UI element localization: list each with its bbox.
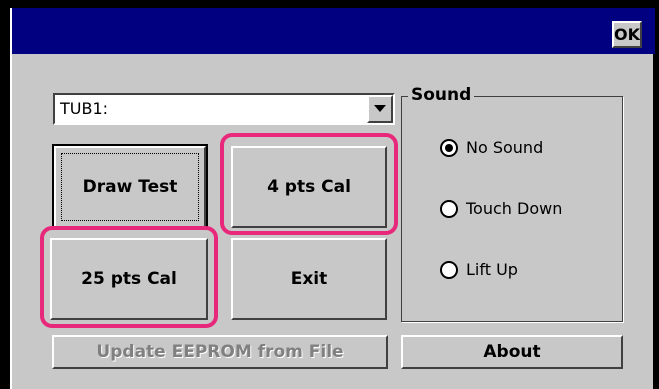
exit-label: Exit xyxy=(290,269,328,289)
radio-button-icon xyxy=(440,260,458,279)
chevron-down-icon xyxy=(374,105,386,112)
sound-group-title: Sound xyxy=(408,85,475,105)
radio-lift-up[interactable]: Lift Up xyxy=(440,260,518,279)
radio-no-sound-label: No Sound xyxy=(466,138,544,157)
4-pts-cal-label: 4 pts Cal xyxy=(267,177,351,197)
radio-button-icon xyxy=(440,138,458,157)
about-button[interactable]: About xyxy=(401,335,623,369)
radio-lift-up-label: Lift Up xyxy=(466,260,518,279)
draw-test-button[interactable]: Draw Test xyxy=(52,144,208,230)
port-select-value: TUB1: xyxy=(60,99,109,118)
4-pts-cal-button[interactable]: 4 pts Cal xyxy=(231,146,387,228)
25-pts-cal-label: 25 pts Cal xyxy=(81,269,177,289)
title-bar: OK xyxy=(12,8,655,54)
exit-button[interactable]: Exit xyxy=(231,238,387,320)
update-eeprom-label: Update EEPROM from File xyxy=(96,342,344,362)
port-select[interactable]: TUB1: xyxy=(53,93,395,125)
about-label: About xyxy=(483,342,541,362)
sound-groupbox: Sound No Sound Touch Down Lift Up xyxy=(401,85,623,322)
radio-dot-icon xyxy=(445,143,453,152)
dropdown-arrow-button[interactable] xyxy=(367,95,393,123)
update-eeprom-button[interactable]: Update EEPROM from File xyxy=(52,335,388,369)
focus-rect xyxy=(61,153,199,221)
calibration-dialog: OK TUB1: Draw Test 4 pts Cal 25 pts Cal … xyxy=(10,8,655,389)
radio-no-sound[interactable]: No Sound xyxy=(440,138,543,157)
radio-touch-down[interactable]: Touch Down xyxy=(440,199,562,218)
radio-button-icon xyxy=(440,199,458,218)
radio-touch-down-label: Touch Down xyxy=(466,199,563,218)
ok-button[interactable]: OK xyxy=(612,21,642,48)
25-pts-cal-button[interactable]: 25 pts Cal xyxy=(50,238,208,320)
